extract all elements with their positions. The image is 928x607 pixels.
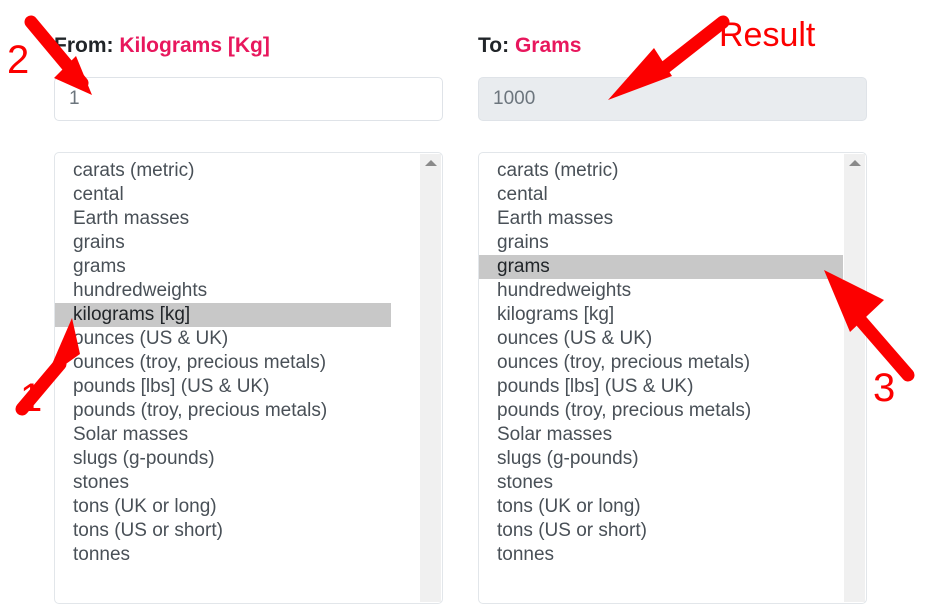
list-item[interactable]: Solar masses bbox=[479, 423, 844, 447]
scroll-up-arrow-icon[interactable] bbox=[424, 160, 437, 166]
list-item[interactable]: hundredweights bbox=[55, 279, 420, 303]
source-unit-name: Kilograms [Kg] bbox=[119, 34, 270, 57]
list-item[interactable]: hundredweights bbox=[479, 279, 844, 303]
target-list-scrollbar[interactable] bbox=[843, 154, 865, 602]
target-unit-listbox[interactable]: carats (metric) cental Earth masses grai… bbox=[478, 152, 867, 604]
list-item-selected[interactable]: grams bbox=[479, 255, 844, 279]
list-item[interactable]: stones bbox=[55, 471, 420, 495]
list-item[interactable]: stones bbox=[479, 471, 844, 495]
target-label-prefix: To: bbox=[478, 34, 510, 57]
source-label-prefix: From: bbox=[54, 34, 114, 57]
result-value-input[interactable] bbox=[478, 77, 867, 121]
list-item[interactable]: tonnes bbox=[55, 543, 420, 567]
list-item[interactable]: ounces (US & UK) bbox=[55, 327, 420, 351]
target-option-list: carats (metric) cental Earth masses grai… bbox=[479, 153, 844, 603]
list-item[interactable]: slugs (g-pounds) bbox=[55, 447, 420, 471]
list-item[interactable]: tons (UK or long) bbox=[479, 495, 844, 519]
list-item[interactable]: pounds (troy, precious metals) bbox=[55, 399, 420, 423]
list-item[interactable]: cental bbox=[479, 183, 844, 207]
list-item[interactable]: tons (US or short) bbox=[479, 519, 844, 543]
list-item[interactable]: pounds (troy, precious metals) bbox=[479, 399, 844, 423]
source-value-input[interactable] bbox=[54, 77, 443, 121]
list-item[interactable]: Earth masses bbox=[479, 207, 844, 231]
list-item[interactable]: tons (UK or long) bbox=[55, 495, 420, 519]
annotation-step-3: 3 bbox=[873, 366, 896, 410]
list-item[interactable]: Earth masses bbox=[55, 207, 420, 231]
list-item[interactable]: slugs (g-pounds) bbox=[479, 447, 844, 471]
source-option-list: carats (metric) cental Earth masses grai… bbox=[55, 153, 420, 603]
list-item[interactable]: carats (metric) bbox=[479, 159, 844, 183]
list-item[interactable]: grains bbox=[479, 231, 844, 255]
list-item[interactable]: grams bbox=[55, 255, 420, 279]
list-item[interactable]: pounds [lbs] (US & UK) bbox=[55, 375, 420, 399]
list-item[interactable]: grains bbox=[55, 231, 420, 255]
scroll-up-arrow-icon[interactable] bbox=[848, 160, 861, 166]
list-item[interactable]: cental bbox=[55, 183, 420, 207]
annotation-step-2: 2 bbox=[7, 38, 30, 82]
annotation-step-1: 1 bbox=[20, 376, 43, 420]
target-unit-name: Grams bbox=[514, 34, 582, 57]
list-item[interactable]: carats (metric) bbox=[55, 159, 420, 183]
source-unit-listbox[interactable]: carats (metric) cental Earth masses grai… bbox=[54, 152, 443, 604]
list-item[interactable]: Solar masses bbox=[55, 423, 420, 447]
list-item[interactable]: tonnes bbox=[479, 543, 844, 567]
list-item[interactable]: kilograms [kg] bbox=[479, 303, 844, 327]
list-item[interactable]: ounces (US & UK) bbox=[479, 327, 844, 351]
source-list-scrollbar[interactable] bbox=[419, 154, 441, 602]
target-heading: To: Grams bbox=[478, 33, 581, 59]
list-item-selected[interactable]: kilograms [kg] bbox=[55, 303, 391, 327]
list-item[interactable]: ounces (troy, precious metals) bbox=[479, 351, 844, 375]
list-item[interactable]: tons (US or short) bbox=[55, 519, 420, 543]
list-item[interactable]: ounces (troy, precious metals) bbox=[55, 351, 420, 375]
list-item[interactable]: pounds [lbs] (US & UK) bbox=[479, 375, 844, 399]
source-heading: From: Kilograms [Kg] bbox=[54, 33, 270, 59]
annotation-result-caption: Result bbox=[719, 16, 816, 54]
